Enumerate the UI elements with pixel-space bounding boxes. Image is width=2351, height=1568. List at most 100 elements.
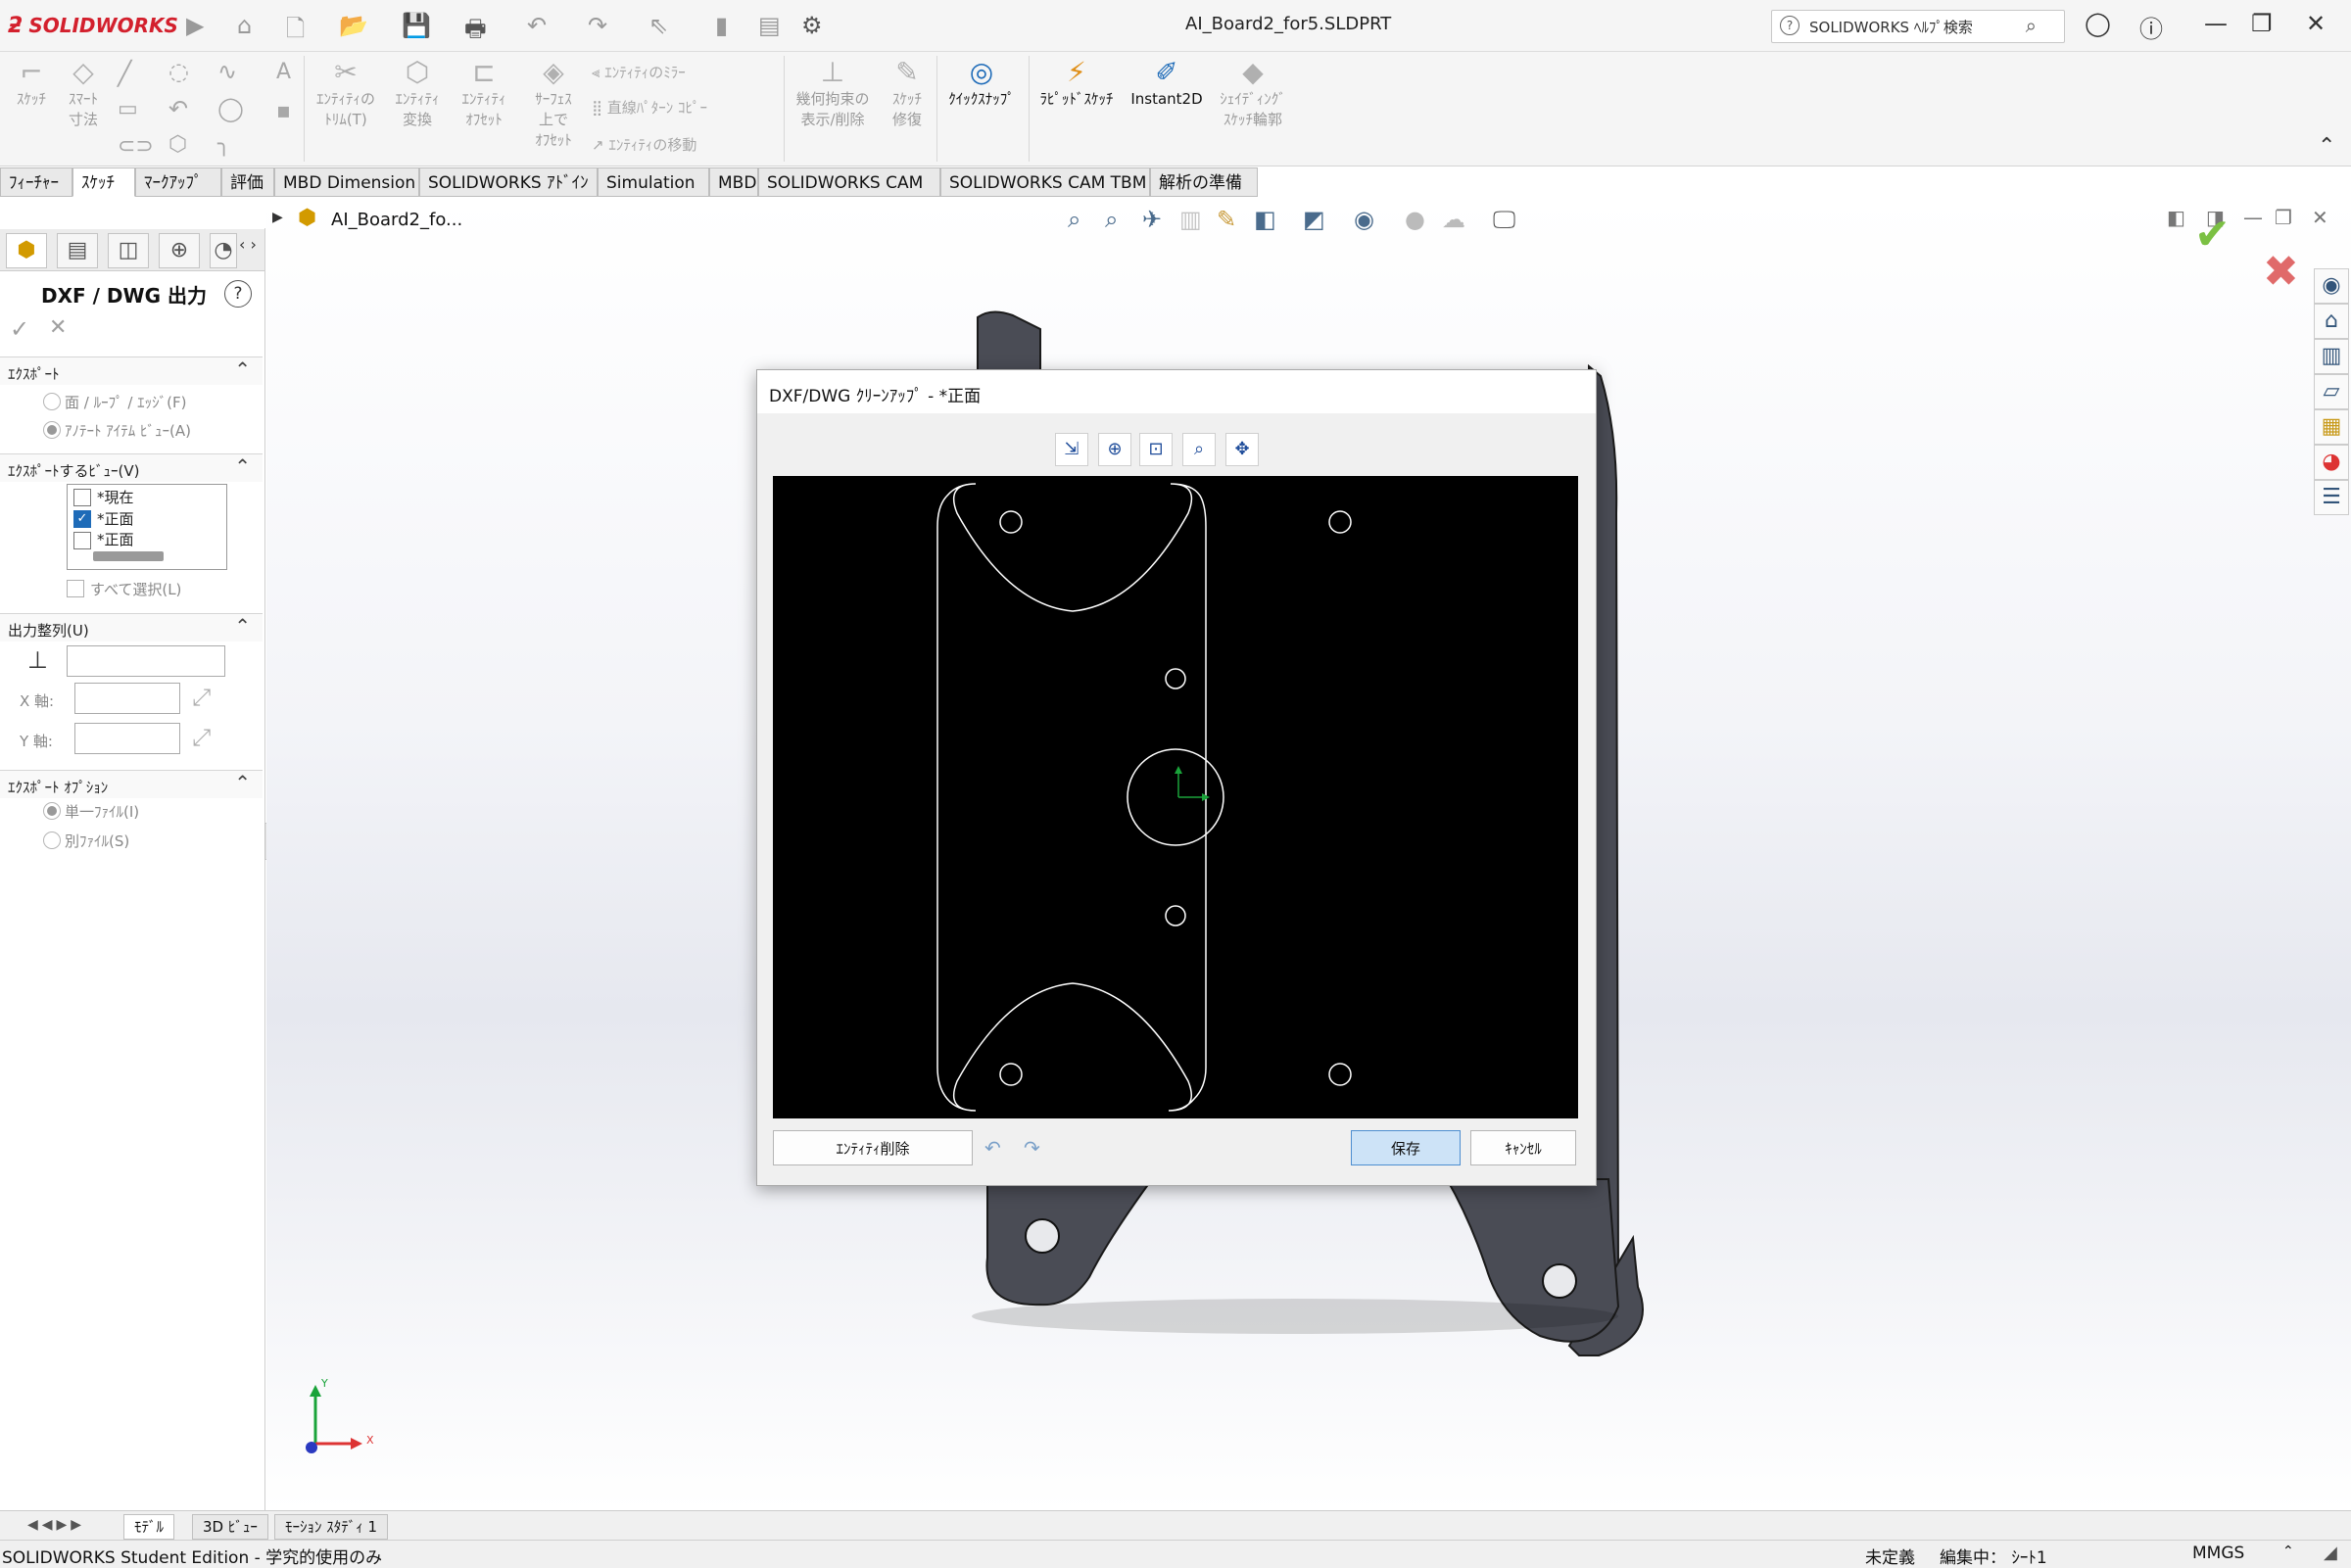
redo-icon[interactable]: ↷	[1024, 1136, 1040, 1160]
previous-view-icon[interactable]: ✈	[1142, 206, 1162, 233]
graphics-minimize-icon[interactable]: —	[2243, 206, 2263, 229]
reverse-direction-icon[interactable]: ⤢	[192, 684, 211, 711]
help-search-input[interactable]: ? SOLIDWORKS ﾍﾙﾌﾟ検索 ⌕	[1771, 10, 2065, 43]
view-checkbox-front[interactable]: ✓	[73, 510, 91, 528]
edit-appearance-icon[interactable]: ●	[1405, 206, 1425, 233]
surface-offset-button[interactable]: ◈ ｻｰﾌｪｽ 上で ｵﾌｾｯﾄ	[519, 56, 588, 151]
cancel-button[interactable]: ｷｬﾝｾﾙ	[1470, 1130, 1576, 1165]
custom-properties-icon[interactable]: ☰	[2314, 480, 2349, 515]
rectangle-icon[interactable]: ▭	[118, 97, 138, 121]
arc-icon[interactable]: ↶	[168, 95, 188, 122]
tile-left-icon[interactable]: ◧	[2167, 206, 2185, 229]
hide-show-items-icon[interactable]: ◉	[1354, 206, 1374, 233]
circle-icon[interactable]: ◌	[168, 58, 189, 85]
alignment-section-header[interactable]: 出力整列(U) ⌃	[0, 613, 263, 641]
minimize-button[interactable]: —	[2204, 10, 2228, 37]
help-icon[interactable]: ?	[224, 280, 252, 308]
instant2d-button[interactable]: ✐ Instant2D	[1125, 56, 1209, 110]
fillet-icon[interactable]: ╮	[217, 132, 230, 157]
help-question-icon[interactable]: ⓘ	[2139, 10, 2163, 44]
dimxpert-tab[interactable]: ⊕	[159, 233, 200, 268]
home-icon[interactable]: ⌂	[2314, 304, 2349, 339]
collapse-chevron-icon[interactable]: ⌃	[234, 454, 251, 478]
collapse-ribbon-icon[interactable]: ⌃	[2318, 134, 2335, 159]
confirm-cancel-icon[interactable]: ✖	[2263, 247, 2299, 297]
new-document-icon[interactable]: 🗋	[286, 12, 305, 52]
undo-icon[interactable]: ↶	[984, 1136, 1001, 1160]
annotation-view-radio[interactable]	[43, 421, 61, 439]
tab-mbd-dimension[interactable]: MBD Dimension	[274, 167, 419, 197]
configuration-manager-tab[interactable]: ◫	[108, 233, 149, 268]
zoom-to-fit-icon[interactable]: ⌕	[1068, 206, 1080, 233]
zoom-area-button[interactable]: ⊡	[1139, 433, 1173, 466]
text-icon[interactable]: A	[276, 60, 291, 84]
export-options-section-header[interactable]: ｴｸｽﾎﾟｰﾄ ｵﾌﾟｼｮﾝ ⌃	[0, 770, 263, 798]
dynamic-annotation-icon[interactable]: ✎	[1217, 206, 1236, 233]
reverse-direction-icon[interactable]: ⤢	[192, 724, 211, 751]
feature-tree-item[interactable]: AI_Board2_fo...	[331, 210, 462, 230]
close-button[interactable]: ✕	[2306, 10, 2326, 37]
user-account-icon[interactable]: ◯	[2085, 10, 2111, 37]
tab-features[interactable]: ﾌｨｰﾁｬｰ	[0, 167, 72, 197]
cancel-x-icon[interactable]: ✕	[49, 315, 67, 340]
x-axis-input[interactable]	[74, 683, 180, 714]
select-all-checkbox[interactable]	[67, 580, 84, 597]
solidworks-logo[interactable]: ƻ SOLIDWORKS	[8, 14, 178, 38]
tab-3d-views[interactable]: 3D ﾋﾞｭｰ	[192, 1514, 268, 1540]
line-icon[interactable]: ╱	[118, 60, 131, 87]
tab-sketch[interactable]: ｽｹｯﾁ	[72, 167, 135, 197]
views-list[interactable]: *現在 ✓ *正面 *正面	[67, 484, 227, 570]
tab-evaluate[interactable]: 評価	[221, 167, 274, 197]
display-manager-tab[interactable]: ◔	[210, 233, 237, 268]
tab-solidworks-cam[interactable]: SOLIDWORKS CAM	[758, 167, 940, 197]
expand-menu-icon[interactable]: ▶	[186, 12, 204, 39]
display-style-icon[interactable]: ◩	[1303, 206, 1325, 233]
view-palette-icon[interactable]: ▦	[2314, 409, 2349, 445]
section-view-icon[interactable]: ▥	[1179, 206, 1202, 233]
delete-entity-button[interactable]: ｴﾝﾃｨﾃｨ削除	[773, 1130, 973, 1165]
tab-model[interactable]: ﾓﾃﾞﾙ	[123, 1514, 175, 1540]
ok-check-icon[interactable]: ✓	[10, 315, 29, 343]
origin-input[interactable]	[67, 645, 225, 677]
home-icon[interactable]: ⌂	[237, 12, 252, 39]
y-axis-input[interactable]	[74, 723, 180, 754]
tab-markup[interactable]: ﾏｰｸｱｯﾌﾟ	[135, 167, 221, 197]
tab-mbd[interactable]: MBD	[709, 167, 758, 197]
search-icon[interactable]: ⌕	[2026, 14, 2037, 37]
restore-button[interactable]: ❐	[2251, 10, 2273, 37]
single-file-radio[interactable]	[43, 802, 61, 820]
zoom-to-area-icon[interactable]: ⌕	[1105, 206, 1118, 233]
trim-entities-button[interactable]: ✂ ｴﾝﾃｨﾃｨの ﾄﾘﾑ(T)	[310, 56, 382, 130]
open-folder-icon[interactable]: 📂	[339, 12, 368, 39]
horizontal-scrollbar[interactable]	[93, 551, 164, 561]
move-entities-button[interactable]: ↗ ｴﾝﾃｨﾃｨの移動	[592, 134, 696, 155]
linear-pattern-button[interactable]: ⣿ 直線ﾊﾟﾀｰﾝ ｺﾋﾟｰ	[592, 97, 707, 118]
save-button[interactable]: 保存	[1351, 1130, 1461, 1165]
units-dropdown-icon[interactable]: ⌃	[2282, 1544, 2294, 1559]
tab-motion-study-1[interactable]: ﾓｰｼｮﾝ ｽﾀﾃﾞｨ 1	[274, 1514, 389, 1540]
redo-icon[interactable]: ↷	[588, 12, 607, 39]
view-checkbox-front-2[interactable]	[73, 532, 91, 549]
tab-analysis-prep[interactable]: 解析の準備	[1150, 167, 1258, 197]
feature-manager-tab[interactable]: ⬢	[6, 233, 47, 268]
quick-snaps-button[interactable]: ◎ ｸｲｯｸｽﾅｯﾌﾟ	[938, 56, 1025, 110]
tree-expand-icon[interactable]: ▶	[272, 210, 283, 225]
sketch-button[interactable]: ⌐ ｽｹｯﾁ	[6, 56, 57, 110]
graphics-restore-icon[interactable]: ❐	[2275, 206, 2292, 229]
rebuild-icon[interactable]: ▮	[715, 12, 728, 39]
select-tool-button[interactable]: ⇲	[1055, 433, 1088, 466]
collapse-chevron-icon[interactable]: ⌃	[234, 771, 251, 794]
collapse-chevron-icon[interactable]: ⌃	[234, 614, 251, 638]
offset-entities-button[interactable]: ⊏ ｴﾝﾃｨﾃｨ ｵﾌｾｯﾄ	[453, 56, 515, 130]
print-icon[interactable]: 🖶	[464, 12, 487, 52]
solidworks-resources-icon[interactable]: ◉	[2314, 268, 2349, 304]
zoom-in-button[interactable]: ⊕	[1098, 433, 1131, 466]
view-checkbox-current[interactable]	[73, 489, 91, 506]
ellipse-icon[interactable]: ◯	[217, 95, 244, 122]
view-settings-icon[interactable]: 🖵	[1493, 206, 1515, 233]
separate-files-radio[interactable]	[43, 832, 61, 849]
spline-icon[interactable]: ∿	[217, 58, 237, 85]
tab-scroll-arrows-icon[interactable]: ◀◀▶▶	[27, 1517, 85, 1533]
graphics-close-icon[interactable]: ✕	[2312, 206, 2328, 229]
select-cursor-icon[interactable]: ⇖	[648, 12, 668, 39]
